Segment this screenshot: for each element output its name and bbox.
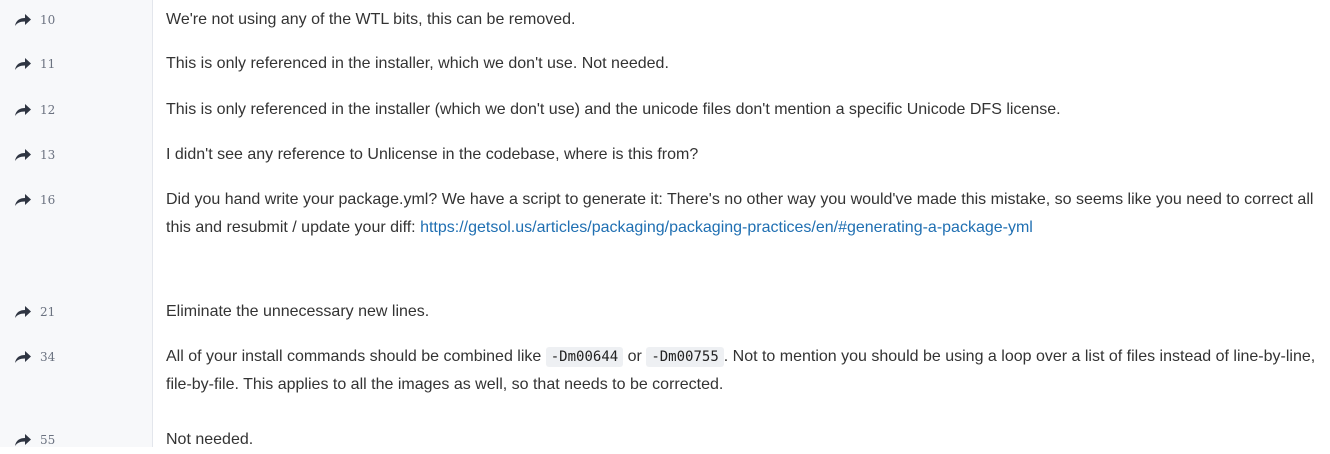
comment-text: Did you hand write your package.yml? We … — [166, 186, 1316, 242]
jump-to-line-link[interactable]: 55 — [14, 430, 55, 450]
line-number: 34 — [40, 350, 56, 364]
jump-to-line-link[interactable]: 21 — [14, 302, 55, 322]
line-number: 55 — [40, 433, 56, 447]
share-arrow-icon — [14, 433, 32, 447]
comment-text: This is only referenced in the installer… — [166, 101, 1061, 118]
jump-to-line-link[interactable]: 12 — [14, 100, 55, 120]
line-number: 16 — [40, 193, 56, 207]
comment-text: We're not using any of the WTL bits, thi… — [166, 11, 576, 28]
comment-text: All of your install commands should be c… — [166, 343, 1316, 399]
jump-to-line-link[interactable]: 16 — [14, 190, 55, 210]
jump-to-line-link[interactable]: 34 — [14, 347, 55, 367]
inline-code: -Dm00644 — [545, 347, 624, 367]
share-arrow-icon — [14, 13, 32, 27]
share-arrow-icon — [14, 193, 32, 207]
jump-to-line-link[interactable]: 13 — [14, 145, 55, 165]
inline-comment-list: 10 We're not using any of the WTL bits, … — [0, 0, 1330, 450]
share-arrow-icon — [14, 57, 32, 71]
comment-text: I didn't see any reference to Unlicense … — [166, 146, 699, 163]
packaging-docs-link[interactable]: https://getsol.us/articles/packaging/pac… — [420, 219, 1033, 236]
share-arrow-icon — [14, 148, 32, 162]
share-arrow-icon — [14, 350, 32, 364]
share-arrow-icon — [14, 305, 32, 319]
line-number: 13 — [40, 148, 56, 162]
share-arrow-icon — [14, 103, 32, 117]
comment-text: Not needed. — [166, 431, 254, 448]
jump-to-line-link[interactable]: 10 — [14, 10, 55, 30]
inline-code: -Dm00755 — [646, 347, 724, 367]
jump-to-line-link[interactable]: 11 — [14, 54, 55, 74]
line-number: 12 — [40, 103, 56, 117]
line-number: 11 — [40, 57, 56, 71]
line-number: 21 — [40, 305, 56, 319]
comment-text: Eliminate the unnecessary new lines. — [166, 303, 430, 320]
comment-text: This is only referenced in the installer… — [166, 55, 669, 72]
line-number: 10 — [40, 13, 56, 27]
comment-body: or — [623, 348, 647, 365]
comment-body: All of your install commands should be c… — [166, 348, 546, 365]
